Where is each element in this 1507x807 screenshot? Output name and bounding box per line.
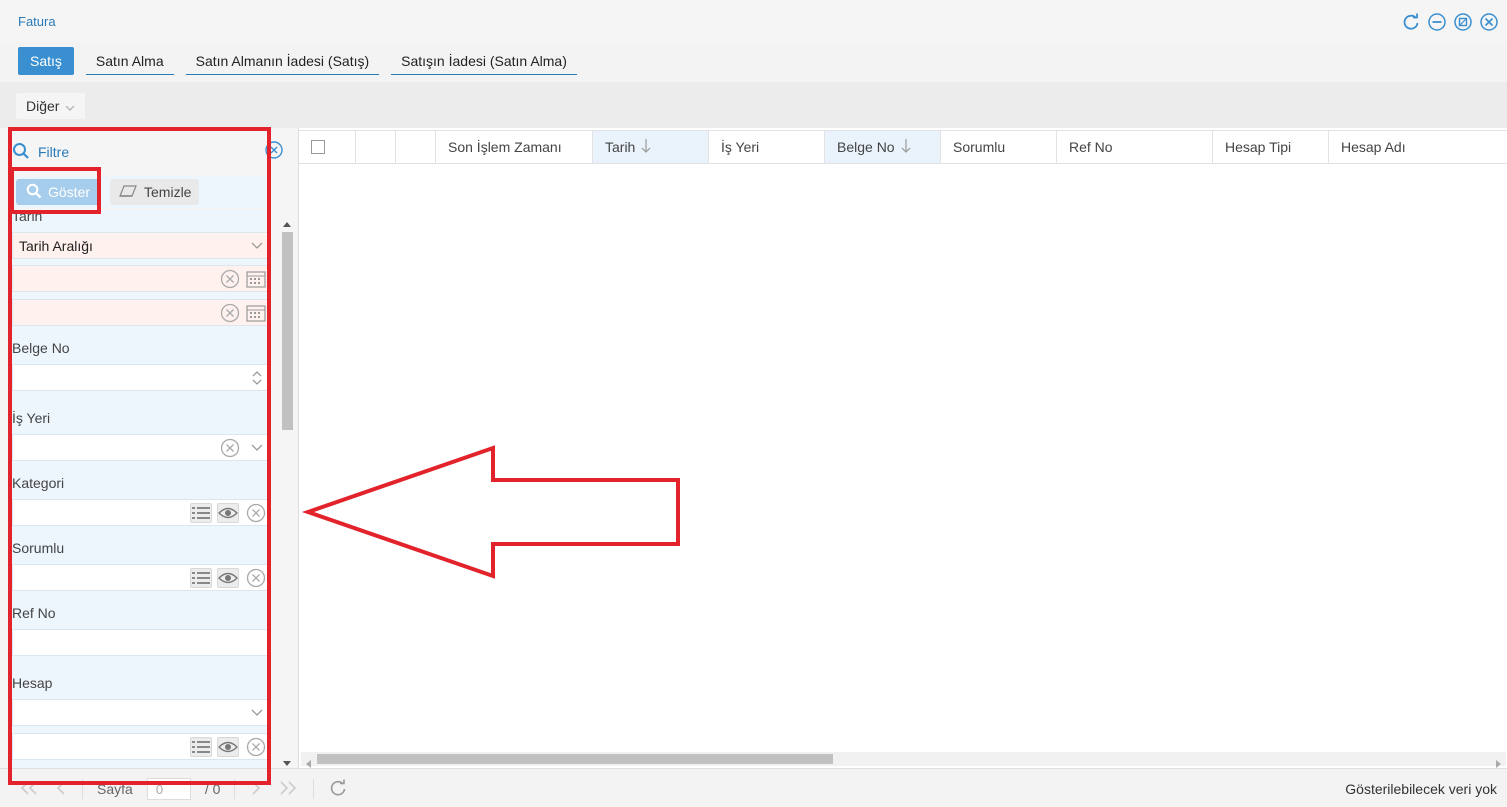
chevron-down-icon <box>65 98 75 114</box>
grid-header: Son İşlem Zamanı Tarih İş Yeri Belge No … <box>299 130 1507 164</box>
annotation-box-filter-panel <box>8 127 271 785</box>
window-titlebar: Fatura <box>0 0 1507 42</box>
column-date[interactable]: Tarih <box>593 131 709 163</box>
sort-down-icon <box>901 138 911 157</box>
filter-scrollbar[interactable] <box>281 214 293 766</box>
sub-toolbar: Diğer <box>0 82 1507 128</box>
tab-satis[interactable]: Satış <box>18 47 74 75</box>
column-doc-no-label: Belge No <box>837 139 895 155</box>
separator <box>313 779 315 799</box>
grid-horizontal-scrollbar[interactable] <box>301 752 1506 768</box>
tab-satin-alma-iadesi[interactable]: Satın Almanın İadesi (Satış) <box>185 47 380 75</box>
grid-column-empty[interactable] <box>356 131 396 163</box>
column-date-label: Tarih <box>605 139 636 155</box>
refresh-icon[interactable] <box>328 778 348 801</box>
document-type-tabs: Satış Satın Alma Satın Almanın İadesi (S… <box>18 47 577 77</box>
close-icon[interactable] <box>1479 12 1499 32</box>
other-dropdown-label: Diğer <box>26 98 60 114</box>
restore-icon[interactable] <box>1453 12 1473 32</box>
last-page-icon[interactable] <box>277 780 299 799</box>
minimize-icon[interactable] <box>1427 12 1447 32</box>
column-doc-no[interactable]: Belge No <box>825 131 941 163</box>
column-last-action-time[interactable]: Son İşlem Zamanı <box>436 131 593 163</box>
no-data-status: Gösterilebilecek veri yok <box>1345 781 1497 797</box>
tab-satin-alma[interactable]: Satın Alma <box>85 47 174 75</box>
column-responsible[interactable]: Sorumlu <box>941 131 1057 163</box>
other-dropdown[interactable]: Diğer <box>16 93 86 119</box>
scrollbar-thumb[interactable] <box>317 754 833 764</box>
select-all-column <box>299 131 356 163</box>
column-ref-no[interactable]: Ref No <box>1057 131 1213 163</box>
scroll-up-icon[interactable] <box>283 214 291 230</box>
annotation-arrow-icon <box>301 445 680 579</box>
grid-column-empty[interactable] <box>396 131 436 163</box>
annotation-box-show-button <box>10 167 101 214</box>
column-workplace[interactable]: İş Yeri <box>709 131 825 163</box>
scrollbar-thumb[interactable] <box>282 232 293 430</box>
column-account-name[interactable]: Hesap Adı <box>1329 131 1507 163</box>
window-title: Fatura <box>18 14 56 29</box>
window-controls <box>1401 12 1499 32</box>
select-all-checkbox[interactable] <box>311 140 325 154</box>
sort-down-icon <box>641 138 651 157</box>
refresh-icon[interactable] <box>1401 12 1421 32</box>
tab-satis-iadesi[interactable]: Satışın İadesi (Satın Alma) <box>391 47 577 75</box>
column-account-type[interactable]: Hesap Tipi <box>1213 131 1329 163</box>
